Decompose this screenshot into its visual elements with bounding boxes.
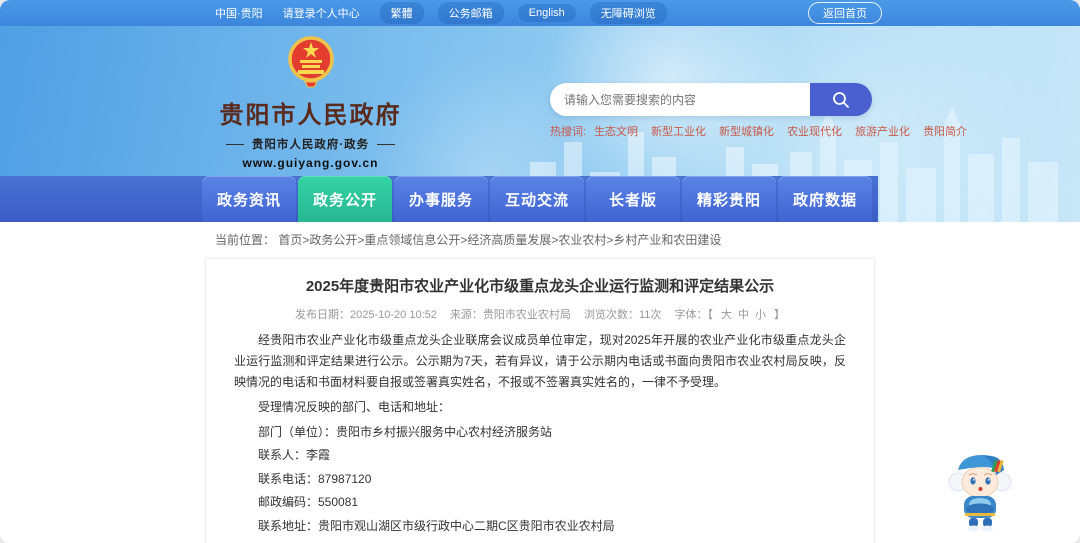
breadcrumb: 当前位置： 首页>政务公开>重点领域信息公开>经济高质量发展>农业农村>乡村产业… (215, 231, 1080, 248)
official-mail-link[interactable]: 公务邮箱 (437, 2, 504, 24)
contact-postcode: 邮政编码：550081 (258, 495, 359, 510)
nav-tab-zhengwu-gongkai[interactable]: 政务公开 (298, 176, 392, 222)
article-card: 2025年度贵阳市农业产业化市级重点龙头企业运行监测和评定结果公示 发布日期：2… (205, 258, 875, 543)
nav-tab-zhengwu-zixun[interactable]: 政务资讯 (202, 176, 296, 222)
hot-search-words: 热搜词: 生态文明 新型工业化 新型城镇化 农业现代化 旅游产业化 贵阳简介 (550, 123, 967, 139)
font-size-label-end: 】 (773, 309, 785, 321)
article-paragraph: 受理情况反映的部门、电话和地址： (258, 400, 451, 414)
hot-word-link[interactable]: 生态文明 (594, 123, 638, 139)
nav-tab-jingcai-guiyang[interactable]: 精彩贵阳 (682, 176, 776, 222)
browser-page: 中国·贵阳 请登录个人中心 繁體 公务邮箱 English 无障碍浏览 返回首页 (0, 0, 1080, 543)
contact-person: 联系人：李霞 (258, 448, 331, 463)
search-area: 热搜词: 生态文明 新型工业化 新型城镇化 农业现代化 旅游产业化 贵阳简介 (550, 83, 967, 139)
nav-tab-zhangzheban[interactable]: 长者版 (586, 176, 680, 222)
font-size-large-button[interactable]: 大 (721, 309, 732, 321)
english-link[interactable]: English (517, 4, 576, 22)
hot-words-label: 热搜词: (550, 126, 587, 138)
national-emblem-icon (287, 36, 334, 88)
nav-tab-zhengfu-shuju[interactable]: 政府数据 (778, 176, 872, 222)
publish-date: 发布日期：2025-10-20 10:52 (295, 309, 437, 321)
hot-word-link[interactable]: 新型工业化 (651, 123, 706, 139)
main-navigation: 政务资讯 政务公开 办事服务 互动交流 长者版 精彩贵阳 政府数据 (202, 176, 872, 222)
font-size-medium-button[interactable]: 中 (738, 309, 749, 321)
search-icon (833, 91, 849, 108)
search-button[interactable] (810, 83, 872, 116)
nav-tab-hudong-jiaoliu[interactable]: 互动交流 (490, 176, 584, 222)
search-input[interactable] (550, 83, 810, 116)
breadcrumb-label: 当前位置： (215, 233, 276, 247)
accessibility-link[interactable]: 无障碍浏览 (589, 2, 667, 24)
site-url: www.guiyang.gov.cn (242, 156, 379, 170)
article-title: 2025年度贵阳市农业产业化市级重点龙头企业运行监测和评定结果公示 (305, 278, 775, 295)
contact-address: 联系地址：贵阳市观山湖区市级行政中心二期C区贵阳市农业农村局 (258, 518, 615, 533)
return-home-button[interactable]: 返回首页 (808, 2, 882, 24)
site-logo[interactable]: 贵阳市人民政府 贵阳市人民政府·政务 www.guiyang.gov.cn (213, 34, 408, 170)
site-banner: 贵阳市人民政府 贵阳市人民政府·政务 www.guiyang.gov.cn 热搜… (0, 26, 1080, 222)
hot-word-link[interactable]: 贵阳简介 (923, 123, 967, 139)
site-subtitle: 贵阳市人民政府·政务 (213, 136, 408, 152)
site-title[interactable]: 贵阳市人民政府 (213, 95, 408, 130)
breadcrumb-path[interactable]: 首页>政务公开>重点领域信息公开>经济高质量发展>农业农村>乡村产业和农田建设 (278, 233, 721, 247)
top-utility-bar: 中国·贵阳 请登录个人中心 繁體 公务邮箱 English 无障碍浏览 返回首页 (0, 0, 1080, 26)
view-count: 浏览次数：11次 (584, 309, 662, 321)
region-link[interactable]: 中国·贵阳 (215, 5, 263, 21)
hot-word-link[interactable]: 旅游产业化 (855, 123, 910, 139)
hot-word-link[interactable]: 农业现代化 (787, 123, 842, 139)
guiyang-mascot-icon[interactable] (944, 448, 1016, 532)
traditional-chinese-link[interactable]: 繁體 (379, 2, 424, 24)
article-source: 来源：贵阳市农业农村局 (449, 309, 571, 321)
font-size-label: 字体：【 (674, 309, 713, 321)
contact-phone: 联系电话：87987120 (258, 471, 372, 486)
nav-tab-banshi-fuwu[interactable]: 办事服务 (394, 176, 488, 222)
font-size-small-button[interactable]: 小 (755, 309, 766, 321)
article-paragraph: 经贵阳市农业产业化市级重点龙头企业联席会议成员单位审定，现对2025年开展的农业… (234, 333, 846, 389)
article-meta: 发布日期：2025-10-20 10:52 来源：贵阳市农业农村局 浏览次数：1… (234, 306, 846, 322)
hot-word-link[interactable]: 新型城镇化 (719, 123, 774, 139)
page-content: 当前位置： 首页>政务公开>重点领域信息公开>经济高质量发展>农业农村>乡村产业… (0, 231, 1080, 543)
contact-department: 部门（单位）：贵阳市乡村振兴服务中心农村经济服务站 (258, 425, 553, 439)
login-link[interactable]: 请登录个人中心 (283, 5, 360, 21)
